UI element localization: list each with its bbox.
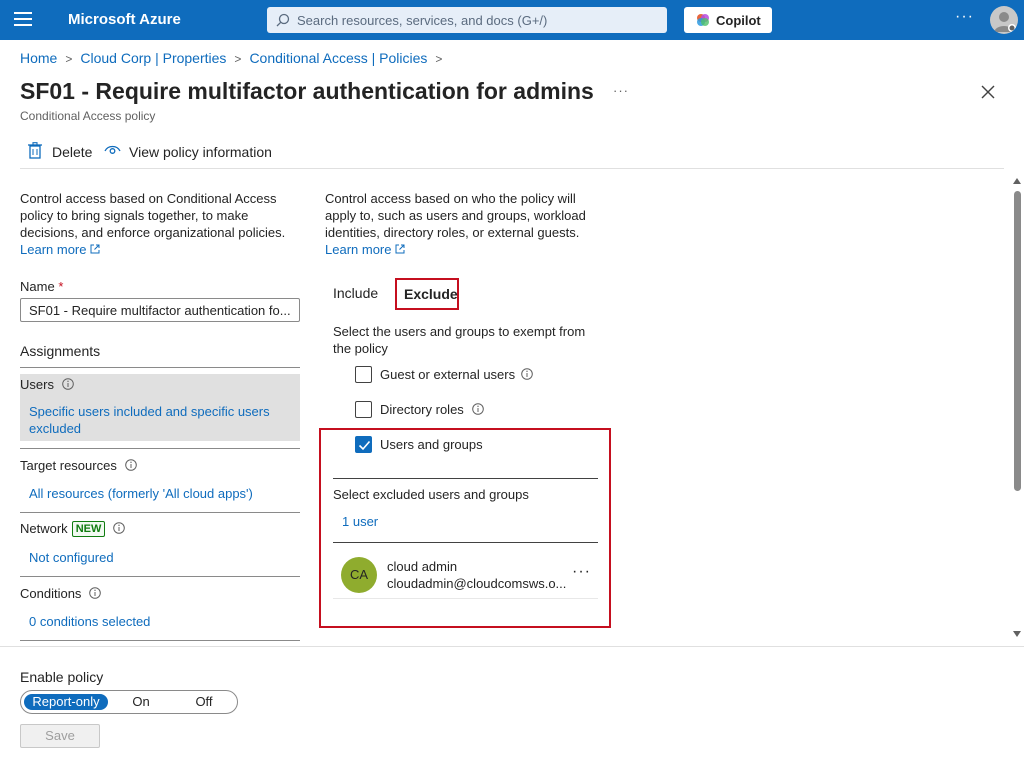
conditions-link[interactable]: 0 conditions selected [29, 613, 150, 630]
divider [333, 542, 598, 543]
title-more-icon[interactable]: ··· [613, 83, 629, 98]
user-email: cloudadmin@cloudcomsws.o... [387, 576, 567, 591]
chevron-right-icon: > [435, 52, 443, 66]
learn-more-label: Learn more [20, 242, 87, 257]
option-off[interactable]: Off [179, 694, 229, 710]
new-badge: NEW [71, 521, 106, 537]
right-description-text: Control access based on who the policy w… [325, 191, 586, 240]
divider [20, 640, 300, 641]
copilot-button[interactable]: Copilot [684, 7, 772, 33]
learn-more-link[interactable]: Learn more [20, 242, 100, 257]
checkbox[interactable] [355, 366, 372, 383]
checkbox-label: Users and groups [380, 437, 483, 452]
top-bar: Microsoft Azure Search resources, servic… [0, 0, 1024, 40]
name-label: Name * [20, 279, 63, 294]
network-title: Network NEW [20, 521, 126, 537]
right-description: Control access based on who the policy w… [325, 190, 597, 258]
info-icon[interactable] [125, 459, 137, 471]
learn-more-label: Learn more [325, 242, 392, 257]
target-resources-link[interactable]: All resources (formerly 'All cloud apps'… [29, 485, 253, 502]
divider [20, 512, 300, 513]
external-link-icon [395, 244, 405, 254]
breadcrumb-home[interactable]: Home [20, 50, 57, 66]
chevron-right-icon: > [65, 52, 73, 66]
name-label-text: Name [20, 279, 55, 294]
breadcrumb-properties[interactable]: Cloud Corp | Properties [80, 50, 226, 66]
target-resources-title: Target resources [20, 458, 137, 473]
checkbox-label: Directory roles [380, 402, 464, 417]
user-name: cloud admin [387, 559, 458, 574]
save-button[interactable]: Save [20, 724, 100, 748]
scrollbar-thumb[interactable] [1014, 191, 1021, 491]
info-icon[interactable] [89, 587, 102, 599]
page-title: SF01 - Require multifactor authenticatio… [20, 78, 594, 104]
enable-policy-label: Enable policy [20, 669, 104, 685]
target-resources-title-text: Target resources [20, 458, 117, 473]
tab-exclude[interactable]: Exclude [395, 278, 459, 310]
copilot-label: Copilot [716, 13, 761, 28]
page-subtitle: Conditional Access policy [20, 109, 156, 123]
learn-more-link[interactable]: Learn more [325, 242, 405, 257]
left-description: Control access based on Conditional Acce… [20, 190, 292, 258]
checkbox-label: Guest or external users [380, 367, 516, 382]
chevron-right-icon: > [234, 52, 242, 66]
info-icon[interactable] [62, 378, 74, 390]
conditions-title: Conditions [20, 586, 102, 601]
eye-icon [104, 145, 121, 154]
users-value-link[interactable]: Specific users included and specific use… [29, 403, 289, 437]
menu-icon[interactable] [14, 12, 32, 28]
required-marker: * [58, 279, 64, 294]
info-icon[interactable] [472, 403, 484, 415]
user-more-icon[interactable]: ··· [572, 563, 591, 581]
divider [0, 646, 1024, 647]
portal-brand[interactable]: Microsoft Azure [68, 11, 181, 28]
scroll-up-icon[interactable] [1011, 175, 1023, 187]
tab-include[interactable]: Include [333, 285, 378, 301]
option-report-only[interactable]: Report-only [24, 694, 108, 710]
excluded-users-link[interactable]: 1 user [342, 514, 378, 529]
search-input[interactable]: Search resources, services, and docs (G+… [267, 7, 667, 33]
checkbox-checked[interactable] [355, 436, 372, 453]
exclude-description: Select the users and groups to exempt fr… [333, 324, 586, 356]
divider [20, 448, 300, 449]
policy-name-input[interactable]: SF01 - Require multifactor authenticatio… [20, 298, 300, 322]
breadcrumb: Home > Cloud Corp | Properties > Conditional… [20, 50, 450, 66]
divider [20, 367, 300, 368]
divider [20, 168, 1004, 169]
user-avatar-icon[interactable] [990, 6, 1018, 34]
users-title-text: Users [20, 377, 54, 392]
info-icon[interactable] [113, 522, 126, 534]
assignments-heading: Assignments [20, 343, 101, 359]
option-on[interactable]: On [116, 694, 166, 710]
network-link[interactable]: Not configured [29, 549, 114, 566]
divider [333, 598, 598, 599]
more-icon[interactable]: ··· [955, 8, 974, 26]
breadcrumb-policies[interactable]: Conditional Access | Policies [249, 50, 427, 66]
view-policy-info-label: View policy information [129, 144, 272, 160]
delete-label: Delete [52, 144, 93, 160]
trash-icon [28, 142, 42, 159]
users-title: Users [20, 377, 74, 392]
avatar: CA [341, 557, 377, 593]
external-link-icon [90, 244, 100, 254]
close-icon[interactable] [979, 83, 997, 101]
copilot-icon [697, 14, 709, 26]
search-icon [276, 13, 290, 27]
left-description-text: Control access based on Conditional Acce… [20, 191, 286, 240]
info-icon[interactable] [521, 368, 533, 380]
divider [20, 576, 300, 577]
scroll-down-icon[interactable] [1011, 628, 1023, 640]
conditions-title-text: Conditions [20, 586, 82, 601]
excluded-users-label: Select excluded users and groups [333, 487, 529, 502]
divider [333, 478, 598, 479]
checkbox[interactable] [355, 401, 372, 418]
enable-policy-toggle: Report-only On Off [20, 690, 238, 714]
checkmark-icon [358, 440, 371, 451]
network-title-text: Network [20, 521, 68, 536]
